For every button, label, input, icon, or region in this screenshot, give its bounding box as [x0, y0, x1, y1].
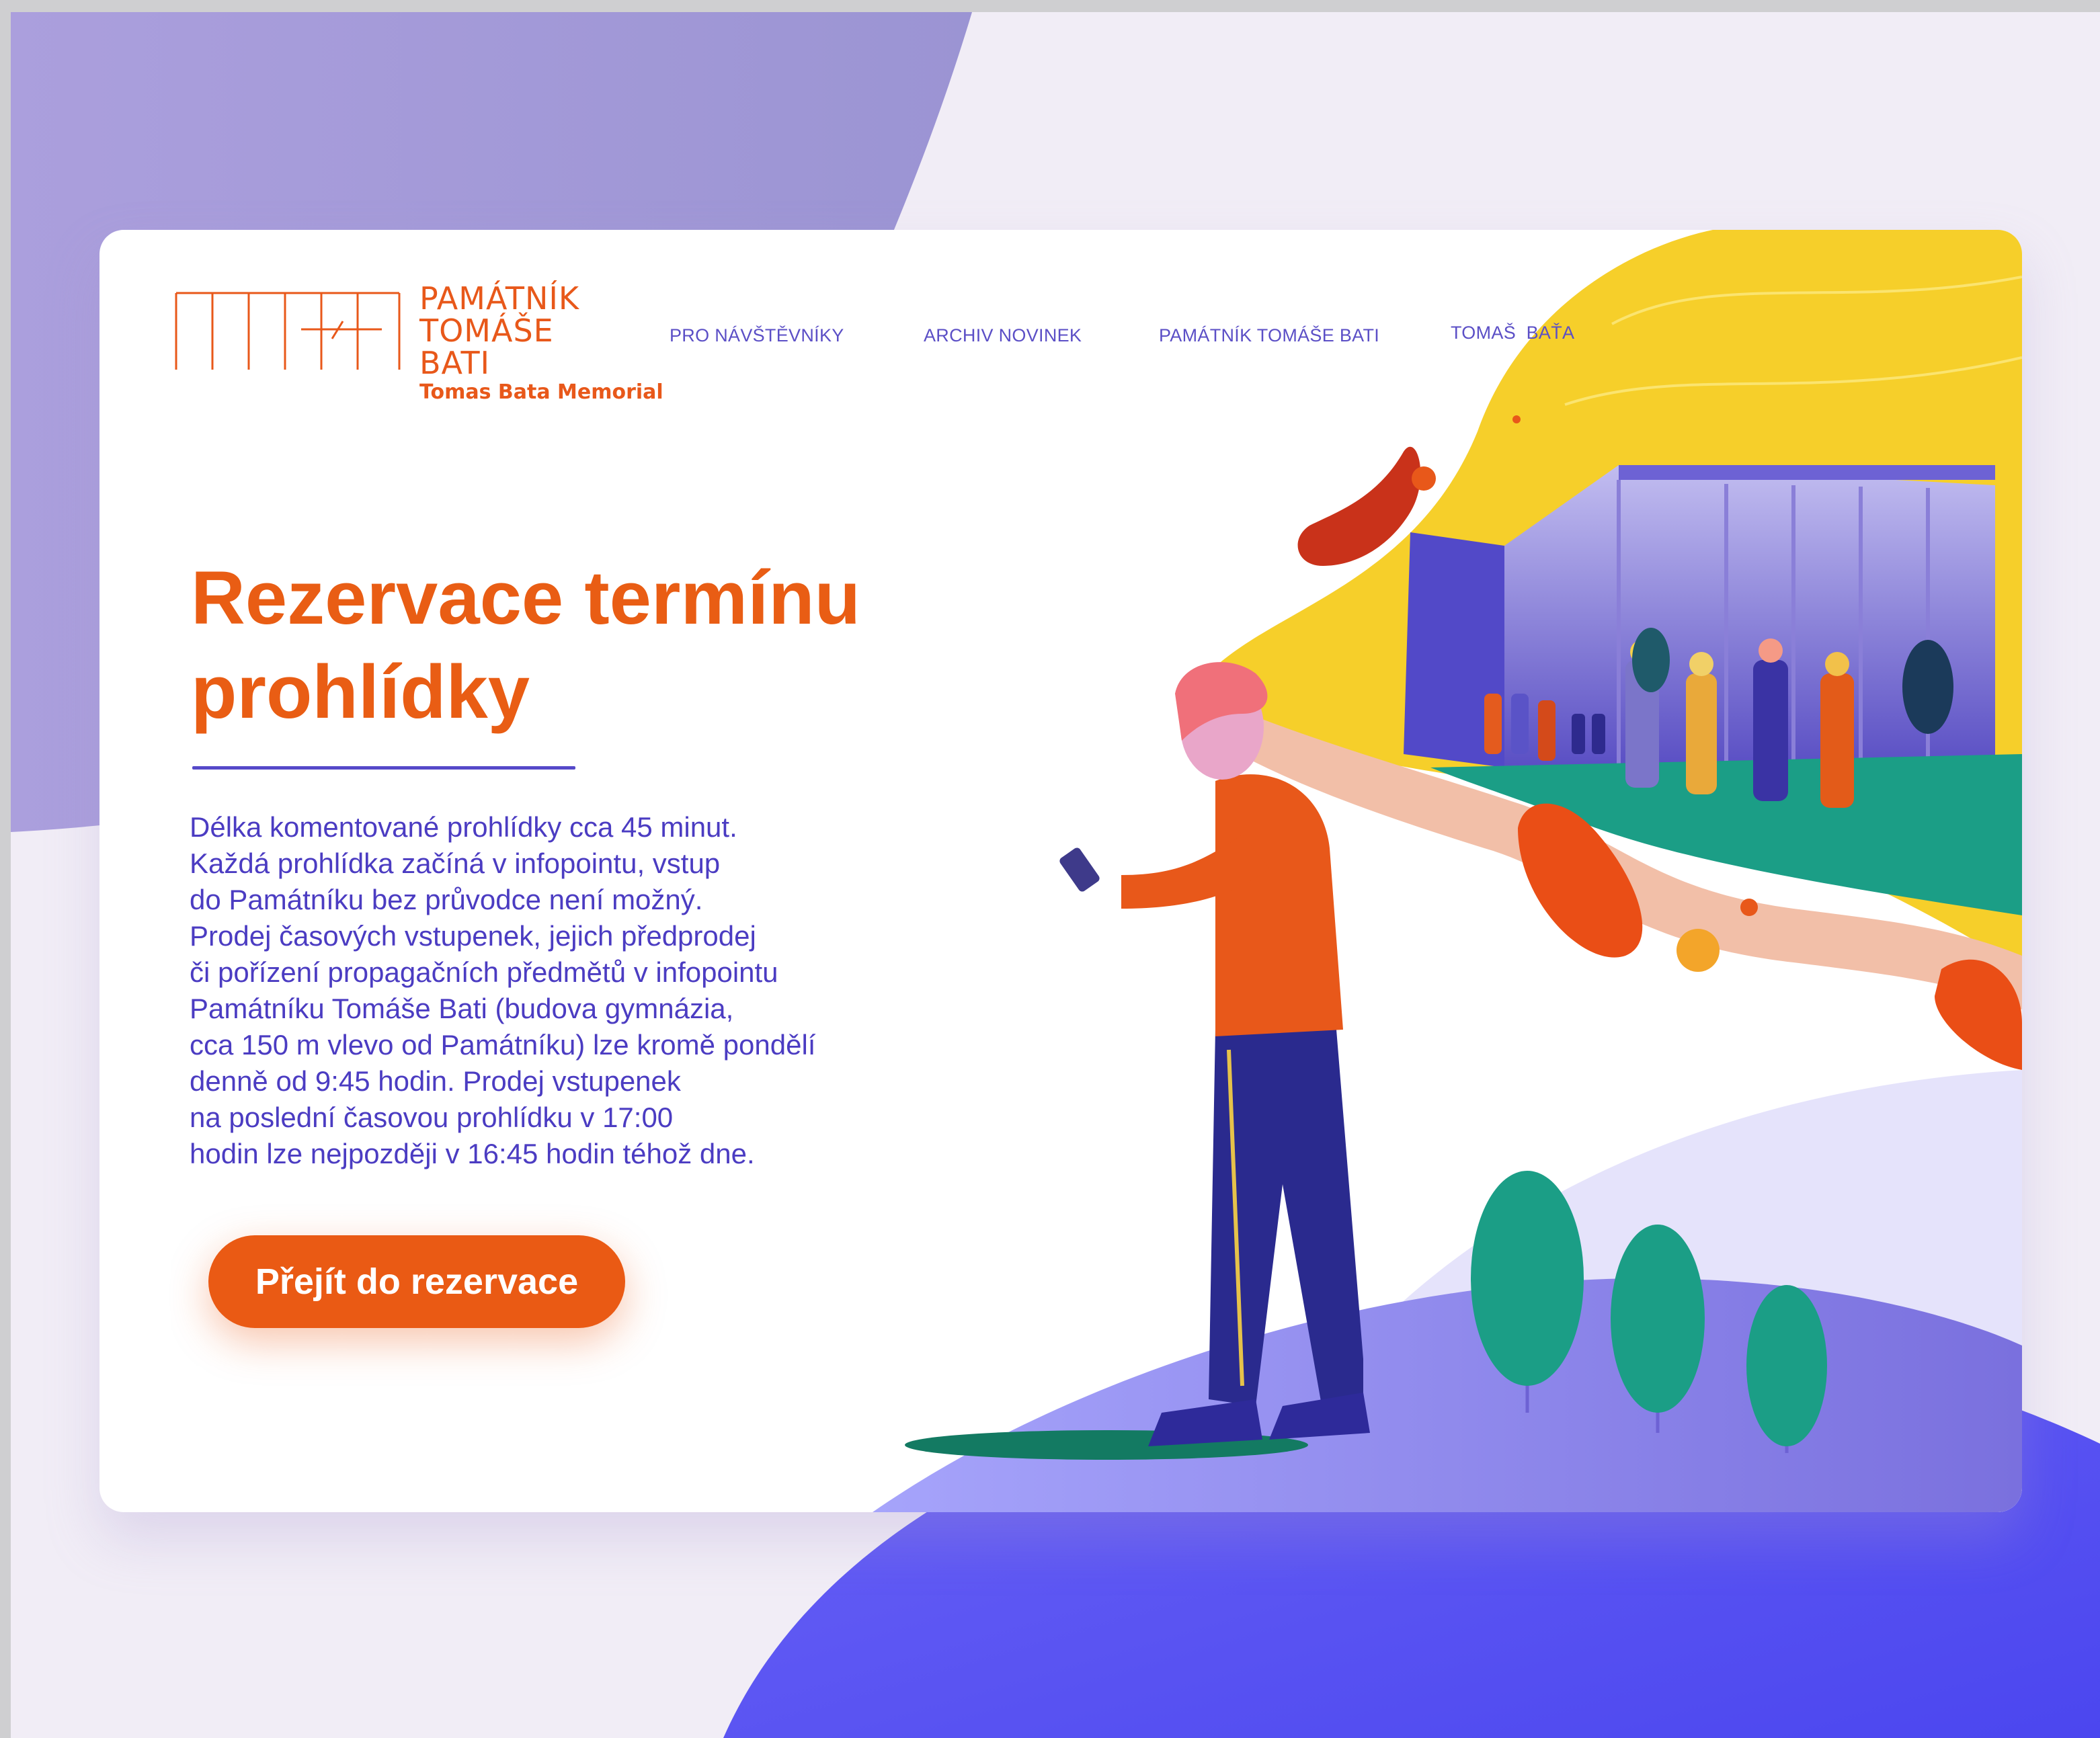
- logo-name-line: PAMÁTNÍK: [419, 280, 580, 317]
- purple-hill: [873, 1278, 2022, 1512]
- description-line: cca 150 m vlevo od Památníku) lze kromě …: [190, 1029, 816, 1061]
- description-line: Délka komentované prohlídky cca 45 minut…: [190, 811, 737, 843]
- red-dot-3: [1740, 899, 1758, 916]
- logo-mark-icon: [175, 292, 401, 370]
- logo[interactable]: PAMÁTNÍK TOMÁŠE BATI Tomas Bata Memorial: [173, 280, 663, 417]
- description-line: Památníku Tomáše Bati (budova gymnázia,: [190, 993, 734, 1024]
- description: Délka komentované prohlídky cca 45 minut…: [190, 809, 963, 1172]
- description-line: denně od 9:45 hodin. Prodej vstupenek: [190, 1065, 681, 1097]
- nav-item-pro-navstevniky[interactable]: PRO NÁVŠTĚVNÍKY: [670, 325, 844, 346]
- small-tree: [1632, 628, 1670, 692]
- description-line: na poslední časovou prohlídku v 17:00: [190, 1102, 674, 1133]
- red-dot-2: [1512, 415, 1521, 423]
- page-title: Rezervace termínu prohlídky: [191, 551, 998, 739]
- nav-item-tomas-bata[interactable]: TOMAŠ BAŤA: [1451, 323, 1574, 343]
- description-line: či pořízení propagačních předmětů v info…: [190, 956, 778, 988]
- red-dot-1: [1412, 466, 1436, 491]
- nav-item-pamatnik-tomase-bati[interactable]: PAMÁTNÍK TOMÁŠE BATI: [1159, 325, 1379, 346]
- orange-dot: [1677, 929, 1720, 972]
- description-line: do Památníku bez průvodce není možný.: [190, 884, 703, 915]
- page-title-line: prohlídky: [191, 650, 530, 734]
- title-underline: [192, 766, 575, 770]
- description-line: Prodej časových vstupenek, jejich předpr…: [190, 920, 756, 952]
- main-card: PAMÁTNÍK TOMÁŠE BATI Tomas Bata Memorial…: [99, 230, 2022, 1512]
- description-line: Každá prohlídka začíná v infopointu, vst…: [190, 847, 721, 879]
- building-roof: [1619, 465, 1995, 480]
- description-line: hodin lze nejpozději v 16:45 hodin téhož…: [190, 1138, 755, 1169]
- logo-name-line: TOMÁŠE: [419, 313, 554, 349]
- nav-item-archiv-novinek[interactable]: ARCHIV NOVINEK: [924, 325, 1082, 346]
- reservation-button[interactable]: Přejít do rezervace: [208, 1235, 625, 1328]
- logo-subtitle: Tomas Bata Memorial: [419, 380, 663, 404]
- page-title-line: Rezervace termínu: [191, 556, 861, 640]
- dark-tree: [1902, 640, 1953, 734]
- logo-name-line: BATI: [419, 345, 491, 381]
